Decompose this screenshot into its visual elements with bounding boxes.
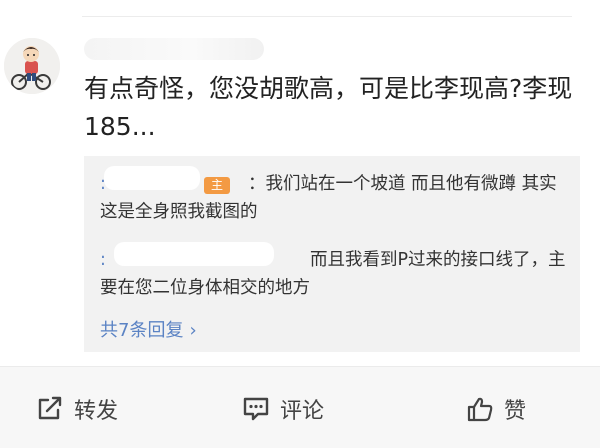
more-replies-label: 共7条回复 — [100, 320, 184, 341]
reply-text-1: ：我们站在一个坡道 而且他有微蹲 其实这是全身照我截图的 — [100, 174, 557, 222]
comment-button[interactable]: 评论 — [242, 394, 324, 424]
avatar-image — [4, 38, 60, 94]
username-blurred — [84, 38, 264, 60]
like-label: 赞 — [504, 399, 527, 424]
share-box-icon — [38, 396, 62, 420]
comment-bubble-icon — [243, 397, 269, 421]
comment-text: 有点奇怪，您没胡歌高，可是比李现高?李现185... — [84, 74, 573, 141]
forward-label: 转发 — [74, 399, 119, 424]
like-button[interactable]: 赞 — [466, 394, 526, 424]
comment-screen: 有点奇怪，您没胡歌高，可是比李现高?李现185... : 主 ：我们站在一个坡道… — [0, 0, 600, 448]
avatar[interactable] — [4, 38, 60, 94]
chevron-right-icon: › — [189, 320, 197, 341]
comment-label: 评论 — [280, 399, 325, 424]
thumbs-up-icon — [467, 397, 493, 422]
reply-text-2: 而且我看到P过来的接口线了，主要在您二位身体相交的地方 — [100, 250, 566, 298]
forward-button[interactable]: 转发 — [36, 394, 118, 424]
action-bar: 转发 评论 赞 — [0, 366, 600, 448]
reply-box: : 主 ：我们站在一个坡道 而且他有微蹲 其实这是全身照我截图的 : 而且我看到… — [84, 156, 580, 352]
divider — [82, 16, 572, 17]
more-replies-link[interactable]: 共7条回复 › — [100, 318, 197, 344]
